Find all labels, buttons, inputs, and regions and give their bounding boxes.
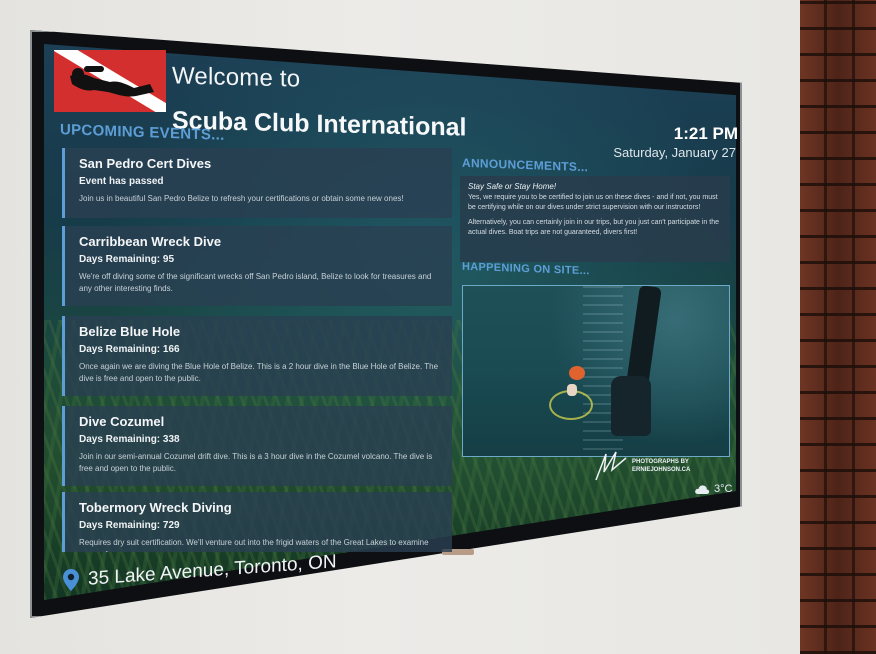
temperature: 3°C	[714, 483, 733, 495]
event-description: Join in our semi-annual Cozumel drift di…	[79, 452, 433, 473]
announcement-heading: Stay Safe or Stay Home!	[468, 182, 557, 191]
brick-mortar	[824, 0, 827, 654]
event-description: Requires dry suit certification. We'll v…	[79, 538, 429, 552]
event-status: Days Remaining: 729	[79, 520, 180, 531]
diver-hand	[567, 384, 577, 396]
photo-credit-line: ERNIEJOHNSON.CA	[632, 467, 691, 473]
event-status: Days Remaining: 338	[79, 434, 180, 445]
event-name: Belize Blue Hole	[79, 324, 181, 339]
clock-date: Saturday, January 27	[613, 145, 736, 160]
announcement-paragraph: Yes, we require you to be certified to j…	[468, 194, 718, 211]
brick-wall	[800, 0, 876, 654]
event-description: Join us in beautiful San Pedro Belize to…	[79, 194, 404, 203]
announcement-card: Stay Safe or Stay Home! Yes, we require …	[460, 176, 730, 262]
cloud-icon	[695, 484, 710, 494]
brick-mortar	[852, 0, 855, 654]
dive-flag-logo	[54, 50, 166, 112]
diver-photo	[462, 285, 730, 457]
photo-credit-line: PHOTOGRAPHS BY	[632, 459, 689, 465]
event-card: Carribbean Wreck Dive Days Remaining: 95…	[62, 226, 452, 306]
event-status: Days Remaining: 95	[79, 254, 175, 265]
weather-widget: 3°C	[694, 483, 732, 495]
event-card: San Pedro Cert Dives Event has passed Jo…	[62, 148, 452, 218]
event-name: San Pedro Cert Dives	[79, 156, 212, 171]
event-card: Tobermory Wreck Diving Days Remaining: 7…	[62, 492, 452, 552]
diver-head	[569, 366, 585, 380]
event-status: Days Remaining: 166	[79, 344, 180, 355]
photo-credit: PHOTOGRAPHS BY ERNIEJOHNSON.CA	[632, 458, 732, 474]
diver-silhouette-icon	[70, 66, 154, 97]
diver-fins	[626, 286, 662, 388]
welcome-text: Welcome to	[172, 62, 301, 93]
event-name: Tobermory Wreck Diving	[79, 500, 232, 515]
photographer-signature-icon	[595, 451, 627, 481]
event-name: Carribbean Wreck Dive	[79, 234, 222, 249]
announcement-paragraph: Alternatively, you can certainly join in…	[468, 219, 720, 236]
event-status: Event has passed	[79, 176, 164, 187]
diver-body	[611, 376, 651, 436]
event-description: We're off diving some of the significant…	[79, 272, 432, 293]
event-description: Once again we are diving the Blue Hole o…	[79, 362, 439, 383]
event-card: Belize Blue Hole Days Remaining: 166 Onc…	[62, 316, 452, 396]
clock-time: 1:21 PM	[673, 124, 738, 143]
event-card: Dive Cozumel Days Remaining: 338 Join in…	[62, 406, 452, 486]
location-pin-icon	[63, 569, 79, 591]
event-name: Dive Cozumel	[79, 414, 165, 429]
